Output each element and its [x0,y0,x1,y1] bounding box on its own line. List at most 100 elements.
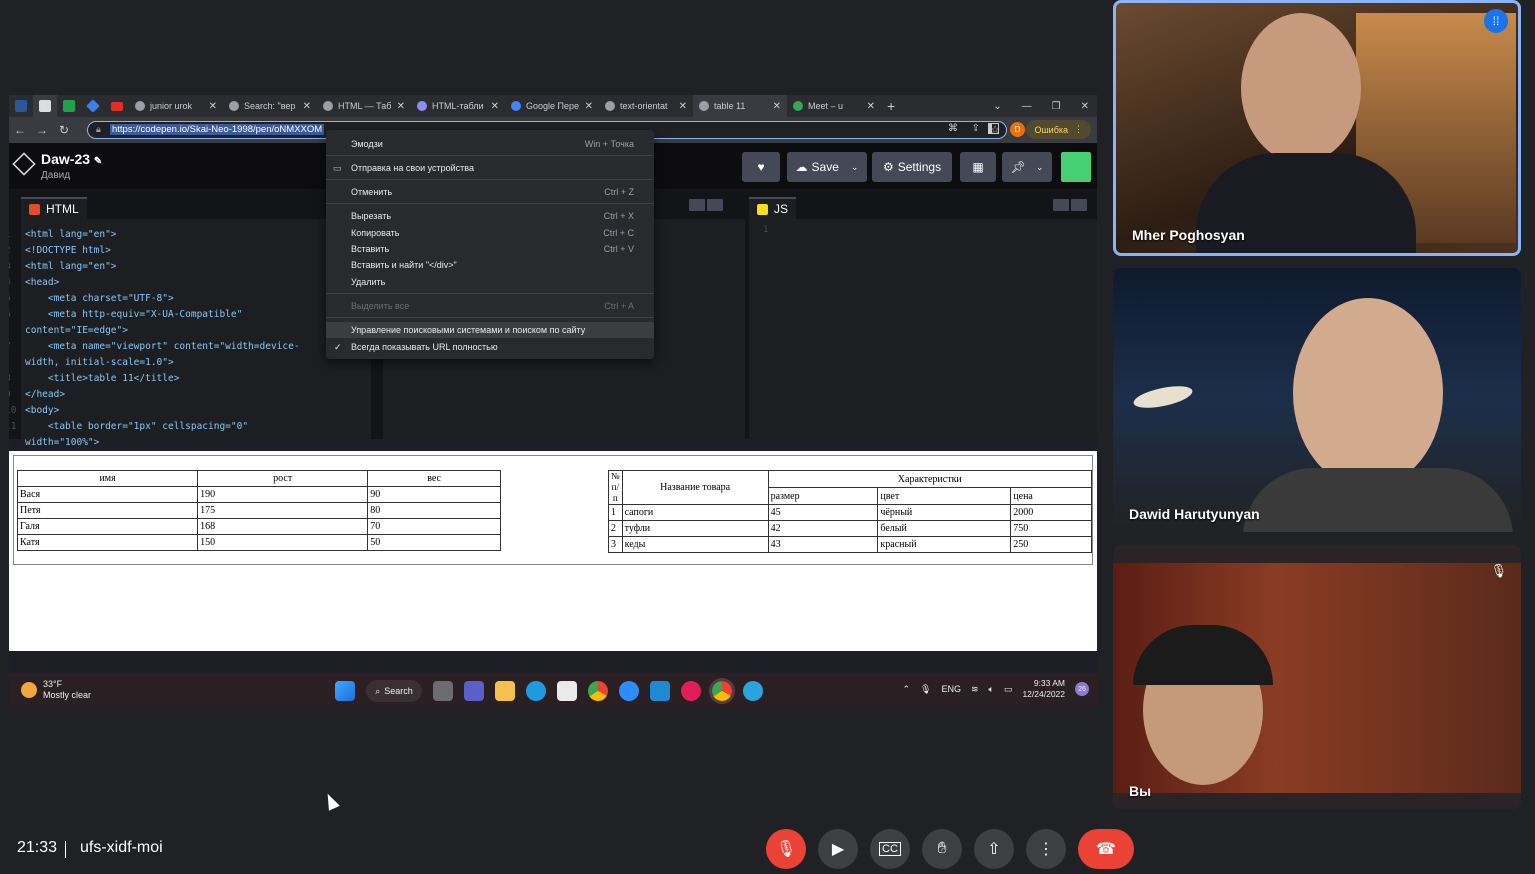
code-line[interactable]: 5 <meta charset="UTF-8"> [9,291,300,307]
tab-active[interactable]: table 11 ✕ [693,95,787,117]
present-button[interactable]: ⇧ [974,829,1014,869]
chevron-down-icon[interactable] [707,199,723,211]
slack-icon[interactable] [681,681,701,701]
chevron-down-icon[interactable]: ⌄ [993,101,1001,112]
tab-html[interactable]: HTML [21,197,87,219]
new-tab-icon[interactable]: + [887,98,895,114]
url-text[interactable]: https://codepen.io/Skai-Neo-1998/pen/oNM… [110,124,325,135]
volume-icon[interactable]: 🔈︎ [989,684,994,695]
menu-item-copy[interactable]: Копировать Ctrl + C [326,225,654,241]
code-line[interactable]: 4 <head> [9,275,300,291]
chevron-down-icon[interactable] [1071,199,1087,211]
code-line[interactable]: 3 <html lang="en"> [9,259,300,275]
pen-title[interactable]: Daw-23 ✎ [41,151,102,167]
html-code[interactable]: 1 <html lang="en"> 2 <!DOCTYPE html> 3 <html … [9,227,300,451]
code-line[interactable]: 9 </head> [9,387,300,403]
tab[interactable]: HTML-табли ✕ [411,95,505,117]
close-icon[interactable]: ✕ [585,101,593,112]
tab-js[interactable]: JS [749,197,797,219]
battery-icon[interactable]: ▭ [1004,684,1013,695]
folder-icon[interactable] [495,681,515,701]
captions-button[interactable]: CC [870,829,910,869]
close-icon[interactable]: ✕ [773,101,781,112]
forward-icon[interactable]: → [31,123,53,137]
pin-button[interactable]: 📌︎ ⌄ [1002,152,1052,182]
pinned-tab-word[interactable] [9,95,33,117]
codepen-logo-icon[interactable] [12,152,36,176]
translate-icon[interactable]: ⌘ [948,123,958,134]
code-line[interactable]: 6 <meta http-equiv="X-UA-Compatible" [9,307,300,323]
back-icon[interactable]: ← [9,123,31,137]
menu-item-paste-and-search[interactable]: Вставить и найти "</div>" [326,257,654,273]
telegram-icon[interactable] [743,681,763,701]
menu-item-paste[interactable]: Вставить Ctrl + V [326,241,654,257]
pinned-tab-youtube[interactable] [105,95,129,117]
restore-icon[interactable]: ❐ [1052,101,1061,112]
code-line[interactable]: width, initial-scale=1.0"> [25,355,300,371]
code-line[interactable]: content="IE=edge"> [25,323,300,339]
notification-badge[interactable]: 26 [1075,682,1089,696]
participant-tile[interactable]: Dawid Harutyunyan [1113,268,1521,532]
vscode-icon[interactable] [650,681,670,701]
pinned-tab-blue[interactable] [81,95,105,117]
code-line[interactable]: width="100%"> [25,435,300,451]
chrome-active-icon[interactable] [709,678,735,704]
gear-icon[interactable] [689,199,705,211]
weather-widget[interactable]: 33°F Mostly clear [21,679,91,701]
menu-item-cut[interactable]: Вырезать Ctrl + X [326,208,654,224]
css-editor-controls[interactable] [689,199,723,211]
minimize-icon[interactable]: — [1022,101,1032,112]
profile-avatar[interactable]: D [1010,122,1025,137]
close-icon[interactable]: ✕ [679,101,687,112]
code-line[interactable]: 8 <title>table 11</title> [9,371,300,387]
code-line[interactable]: 1 <html lang="en"> [9,227,300,243]
close-icon[interactable]: ✕ [491,101,499,112]
teams-icon[interactable] [464,681,484,701]
camera-toggle-button[interactable]: ▶︎ [818,829,858,869]
close-icon[interactable]: ✕ [1081,101,1089,112]
chevron-up-icon[interactable]: ⌃ [902,684,910,695]
store-icon[interactable] [557,681,577,701]
microphone-icon[interactable]: 🎙︎ [920,684,931,695]
pencil-icon[interactable]: ✎ [94,156,102,167]
edge-icon[interactable] [526,681,546,701]
code-line[interactable]: 11 <table border="1px" cellspacing="0" [9,419,300,435]
gear-icon[interactable] [1053,199,1069,211]
taskbar-search[interactable]: ⌕ Search [366,680,422,702]
zoom-icon[interactable] [619,681,639,701]
js-editor-controls[interactable] [1053,199,1087,211]
clock[interactable]: 9:33 AM 12/24/2022 [1022,678,1065,700]
code-line[interactable]: 7 <meta name="viewport" content="width=d… [9,339,300,355]
menu-item-undo[interactable]: Отменить Ctrl + Z [326,184,654,200]
menu-item-manage-search-engines[interactable]: Управление поисковыми системами и поиско… [326,322,654,338]
tab[interactable]: text-orientat ✕ [599,95,693,117]
save-button[interactable]: ☁ Save ⌄ [787,152,867,182]
chrome-icon[interactable] [588,681,608,701]
code-line[interactable]: 2 <!DOCTYPE html> [9,243,300,259]
participant-tile[interactable]: 🎙︎ Вы [1113,545,1521,809]
reload-icon[interactable]: ↻ [53,123,75,137]
menu-item-show-full-url[interactable]: ✓ Всегда показывать URL полностью [326,339,654,355]
close-icon[interactable]: ✕ [397,101,405,112]
js-editor[interactable]: 1 [749,219,1097,439]
code-line[interactable]: 10 <body> [9,403,300,419]
layout-button[interactable]: ▦ [960,152,996,182]
heart-button[interactable]: ♥ [742,152,780,182]
pinned-tab-codepen[interactable] [33,95,57,117]
tab[interactable]: Google Пере ✕ [505,95,599,117]
close-icon[interactable]: ✕ [867,101,875,112]
close-icon[interactable]: ✕ [209,101,217,112]
raise-hand-button[interactable]: ✋︎ [922,829,962,869]
pinned-tab-green[interactable] [57,95,81,117]
tab[interactable]: Search: "вер ✕ [223,95,317,117]
more-options-button[interactable]: ⋮ [1026,829,1066,869]
error-button[interactable]: Ошибка ⋮ [1026,120,1091,139]
tab[interactable]: Meet – u ✕ [787,95,881,117]
task-view-icon[interactable] [433,681,453,701]
close-icon[interactable]: ✕ [303,101,311,112]
pen-author[interactable]: Давид [41,170,70,181]
language-indicator[interactable]: ENG [941,684,961,694]
sidepanel-icon[interactable] [988,123,999,134]
leave-call-button[interactable]: ☎︎ [1078,829,1134,869]
menu-item-emoji[interactable]: Эмодзи Win + Точка [326,136,654,152]
